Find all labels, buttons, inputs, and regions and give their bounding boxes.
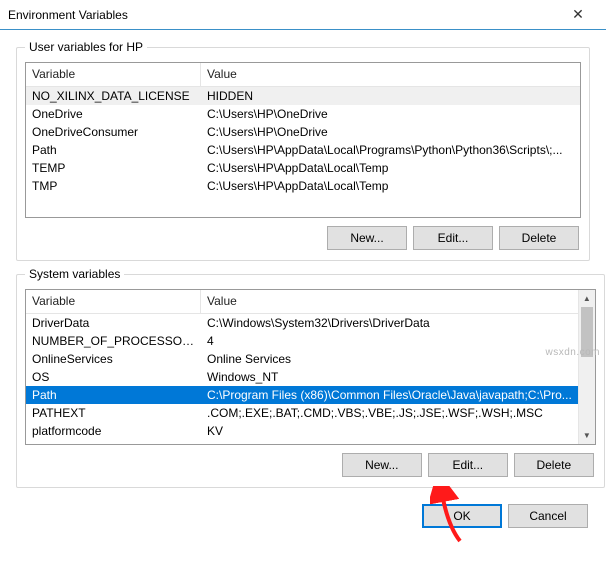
titlebar: Environment Variables ✕ xyxy=(0,0,606,30)
scroll-up-icon[interactable]: ▲ xyxy=(579,290,595,307)
cell-variable: Path xyxy=(26,143,201,157)
cell-variable: Path xyxy=(26,388,201,402)
system-scrollbar[interactable]: ▲ ▼ xyxy=(578,290,595,444)
cell-variable: OneDriveConsumer xyxy=(26,125,201,139)
cell-value: C:\Users\HP\AppData\Local\Temp xyxy=(201,179,580,193)
table-row[interactable]: PathC:\Program Files (x86)\Common Files\… xyxy=(26,386,578,404)
table-row[interactable]: DriverDataC:\Windows\System32\Drivers\Dr… xyxy=(26,314,578,332)
table-row[interactable]: OnlineServicesOnline Services xyxy=(26,350,578,368)
system-edit-button[interactable]: Edit... xyxy=(428,453,508,477)
cell-value: KV xyxy=(201,424,578,438)
table-row[interactable]: PathC:\Users\HP\AppData\Local\Programs\P… xyxy=(26,141,580,159)
cell-value: C:\Program Files (x86)\Common Files\Orac… xyxy=(201,388,578,402)
cancel-button[interactable]: Cancel xyxy=(508,504,588,528)
user-list-header: Variable Value xyxy=(26,63,580,87)
cell-variable: DriverData xyxy=(26,316,201,330)
user-variables-group: User variables for HP Variable Value NO_… xyxy=(16,40,590,261)
table-row[interactable]: platformcodeKV xyxy=(26,422,578,440)
column-header-value[interactable]: Value xyxy=(201,290,578,313)
cell-value: C:\Users\HP\AppData\Local\Programs\Pytho… xyxy=(201,143,580,157)
system-new-button[interactable]: New... xyxy=(342,453,422,477)
user-buttons-row: New... Edit... Delete xyxy=(25,226,581,250)
table-row[interactable]: TEMPC:\Users\HP\AppData\Local\Temp xyxy=(26,159,580,177)
user-delete-button[interactable]: Delete xyxy=(499,226,579,250)
cell-variable: NO_XILINX_DATA_LICENSE xyxy=(26,89,201,103)
cell-value: .COM;.EXE;.BAT;.CMD;.VBS;.VBE;.JS;.JSE;.… xyxy=(201,406,578,420)
scrollbar-track[interactable] xyxy=(579,307,595,427)
column-header-value[interactable]: Value xyxy=(201,63,580,86)
cell-variable: PATHEXT xyxy=(26,406,201,420)
system-buttons-row: New... Edit... Delete xyxy=(25,453,596,477)
cell-variable: TMP xyxy=(26,179,201,193)
system-variables-legend: System variables xyxy=(25,267,124,281)
cell-value: Online Services xyxy=(201,352,578,366)
footer-buttons: OK Cancel xyxy=(0,498,606,536)
system-list-header: Variable Value xyxy=(26,290,578,314)
column-header-variable[interactable]: Variable xyxy=(26,63,201,86)
cell-value: 4 xyxy=(201,334,578,348)
table-row[interactable]: NO_XILINX_DATA_LICENSEHIDDEN xyxy=(26,87,580,105)
cell-variable: platformcode xyxy=(26,424,201,438)
user-new-button[interactable]: New... xyxy=(327,226,407,250)
close-icon[interactable]: ✕ xyxy=(558,0,598,30)
table-row[interactable]: OSWindows_NT xyxy=(26,368,578,386)
cell-value: C:\Windows\System32\Drivers\DriverData xyxy=(201,316,578,330)
cell-variable: OneDrive xyxy=(26,107,201,121)
system-variables-group: System variables Variable Value DriverDa… xyxy=(16,267,605,488)
user-variables-legend: User variables for HP xyxy=(25,40,147,54)
cell-variable: TEMP xyxy=(26,161,201,175)
user-edit-button[interactable]: Edit... xyxy=(413,226,493,250)
cell-value: C:\Users\HP\OneDrive xyxy=(201,107,580,121)
system-delete-button[interactable]: Delete xyxy=(514,453,594,477)
cell-value: Windows_NT xyxy=(201,370,578,384)
cell-variable: OnlineServices xyxy=(26,352,201,366)
dialog-content: User variables for HP Variable Value NO_… xyxy=(0,30,606,498)
watermark-text: wsxdn.com xyxy=(545,347,600,358)
ok-button[interactable]: OK xyxy=(422,504,502,528)
user-variables-listbox[interactable]: Variable Value NO_XILINX_DATA_LICENSEHID… xyxy=(25,62,581,218)
window-title: Environment Variables xyxy=(8,8,558,22)
cell-variable: OS xyxy=(26,370,201,384)
table-row[interactable]: OneDriveConsumerC:\Users\HP\OneDrive xyxy=(26,123,580,141)
table-row[interactable]: NUMBER_OF_PROCESSORS4 xyxy=(26,332,578,350)
scroll-down-icon[interactable]: ▼ xyxy=(579,427,595,444)
cell-variable: NUMBER_OF_PROCESSORS xyxy=(26,334,201,348)
table-row[interactable]: TMPC:\Users\HP\AppData\Local\Temp xyxy=(26,177,580,195)
cell-value: HIDDEN xyxy=(201,89,580,103)
system-variables-listbox[interactable]: Variable Value DriverDataC:\Windows\Syst… xyxy=(25,289,596,445)
cell-value: C:\Users\HP\OneDrive xyxy=(201,125,580,139)
cell-value: C:\Users\HP\AppData\Local\Temp xyxy=(201,161,580,175)
table-row[interactable]: PATHEXT.COM;.EXE;.BAT;.CMD;.VBS;.VBE;.JS… xyxy=(26,404,578,422)
column-header-variable[interactable]: Variable xyxy=(26,290,201,313)
table-row[interactable]: OneDriveC:\Users\HP\OneDrive xyxy=(26,105,580,123)
